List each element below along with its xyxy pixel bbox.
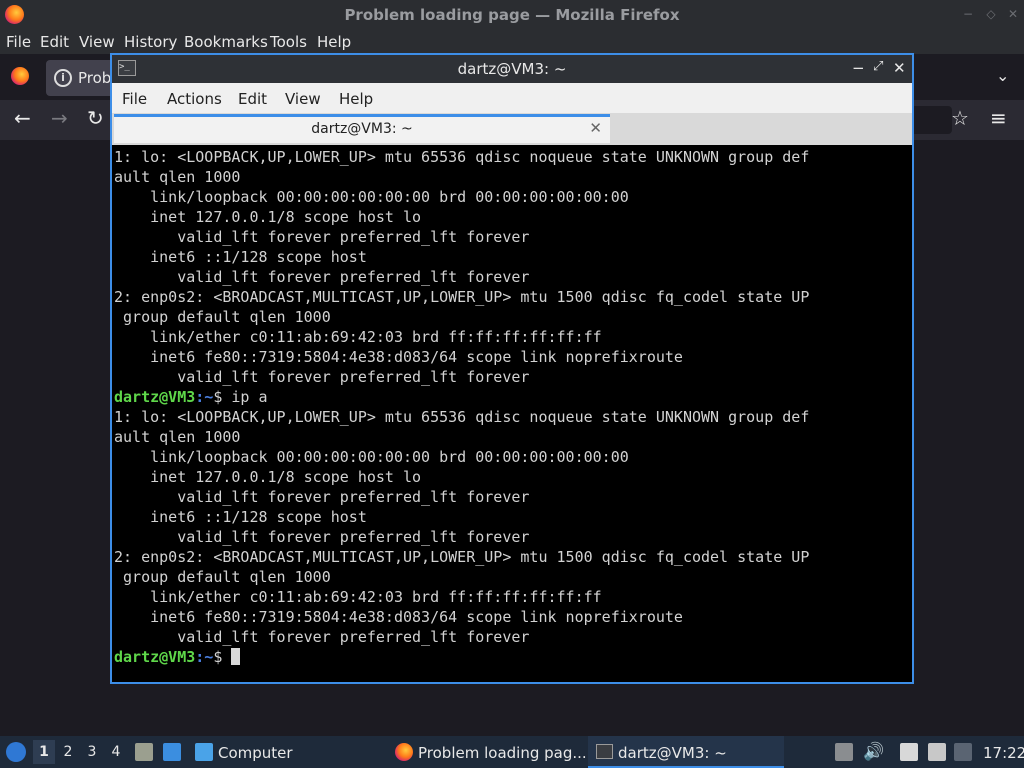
term-menu-file[interactable]: File <box>122 90 147 108</box>
ff-menu-help[interactable]: Help <box>317 33 351 51</box>
maximize-icon[interactable]: ◇ <box>985 8 997 20</box>
file-manager-label[interactable]: Computer <box>218 744 293 762</box>
app-menu-icon[interactable]: ≡ <box>990 108 1007 128</box>
ff-menu-history[interactable]: History <box>124 33 177 51</box>
firefox-task-icon <box>395 743 413 761</box>
task-terminal-label: dartz@VM3: ~ <box>618 744 727 762</box>
terminal-window-title: dartz@VM3: ~ <box>457 60 567 78</box>
term-menu-edit[interactable]: Edit <box>238 90 267 108</box>
terminal-menubar: File Actions Edit View Help <box>112 83 912 113</box>
workspace-2[interactable]: 2 <box>57 740 79 764</box>
network-icon[interactable] <box>928 743 946 761</box>
firefox-window-title: Problem loading page — Mozilla Firefox <box>344 6 680 24</box>
term-menu-help[interactable]: Help <box>339 90 373 108</box>
terminal-tab-label: dartz@VM3: ~ <box>311 121 413 137</box>
minimize-icon[interactable]: − <box>962 8 974 20</box>
back-icon[interactable]: ← <box>14 108 31 128</box>
bluetooth-icon[interactable] <box>954 743 972 761</box>
firefox-tab[interactable]: i Probl <box>46 60 116 96</box>
task-terminal[interactable]: dartz@VM3: ~ <box>588 736 784 768</box>
reload-icon[interactable]: ↻ <box>87 108 104 128</box>
tabs-dropdown-icon[interactable]: ⌄ <box>996 66 1009 86</box>
ff-menu-tools[interactable]: Tools <box>270 33 307 51</box>
command-text: ip a <box>231 388 268 406</box>
prompt-symbol: $ <box>213 388 223 406</box>
prompt-user: dartz@VM3 <box>114 648 196 666</box>
close-icon[interactable]: ✕ <box>893 59 906 77</box>
prompt-user: dartz@VM3 <box>114 388 196 406</box>
show-desktop-icon[interactable] <box>163 743 181 761</box>
firefox-titlebar: Problem loading page — Mozilla Firefox −… <box>0 0 1024 30</box>
taskbar: 1 2 3 4 Computer Problem loading pag... … <box>0 736 1024 768</box>
info-icon: i <box>54 69 72 87</box>
terminal-tabbar: dartz@VM3: ~ ✕ <box>112 113 912 145</box>
workspace-1[interactable]: 1 <box>33 740 55 764</box>
bookmark-star-icon[interactable]: ☆ <box>951 108 969 128</box>
firefox-view-icon[interactable] <box>11 67 29 85</box>
terminal-output[interactable]: 1: lo: <LOOPBACK,UP,LOWER_UP> mtu 65536 … <box>114 147 910 682</box>
task-firefox[interactable]: Problem loading pag... <box>418 744 587 762</box>
workspace-3[interactable]: 3 <box>81 740 103 764</box>
close-tab-icon[interactable]: ✕ <box>589 119 602 137</box>
maximize-icon[interactable]: ⤢ <box>873 59 883 74</box>
trash-icon[interactable] <box>135 743 153 761</box>
text-cursor <box>231 648 241 665</box>
ff-menu-bookmarks[interactable]: Bookmarks <box>184 33 268 51</box>
term-menu-actions[interactable]: Actions <box>167 90 222 108</box>
workspace-4[interactable]: 4 <box>105 740 127 764</box>
clipboard-icon[interactable] <box>835 743 853 761</box>
ff-menu-view[interactable]: View <box>79 33 115 51</box>
url-bar[interactable] <box>912 106 952 134</box>
notes-icon[interactable] <box>900 743 918 761</box>
prompt-path: :~ <box>195 648 214 666</box>
output-block: 1: lo: <LOOPBACK,UP,LOWER_UP> mtu 65536 … <box>114 148 810 386</box>
ff-menu-edit[interactable]: Edit <box>40 33 69 51</box>
terminal-tab[interactable]: dartz@VM3: ~ ✕ <box>114 114 610 143</box>
output-block: 1: lo: <LOOPBACK,UP,LOWER_UP> mtu 65536 … <box>114 408 810 646</box>
terminal-task-icon <box>596 744 613 759</box>
clock[interactable]: 17:22 <box>983 744 1024 762</box>
term-menu-view[interactable]: View <box>285 90 321 108</box>
prompt-symbol: $ <box>213 648 223 666</box>
terminal-window: >_ dartz@VM3: ~ − ⤢ ✕ File Actions Edit … <box>110 53 914 684</box>
folder-icon[interactable] <box>195 743 213 761</box>
terminal-titlebar: >_ dartz@VM3: ~ − ⤢ ✕ <box>112 55 912 83</box>
start-menu-icon[interactable] <box>6 742 26 762</box>
forward-icon[interactable]: → <box>51 108 68 128</box>
ff-menu-file[interactable]: File <box>6 33 31 51</box>
close-icon[interactable]: ✕ <box>1007 8 1019 20</box>
firefox-menubar: File Edit View History Bookmarks Tools H… <box>0 30 1024 54</box>
volume-icon[interactable]: 🔊 <box>863 742 884 762</box>
prompt-path: :~ <box>195 388 214 406</box>
minimize-icon[interactable]: − <box>852 59 865 77</box>
